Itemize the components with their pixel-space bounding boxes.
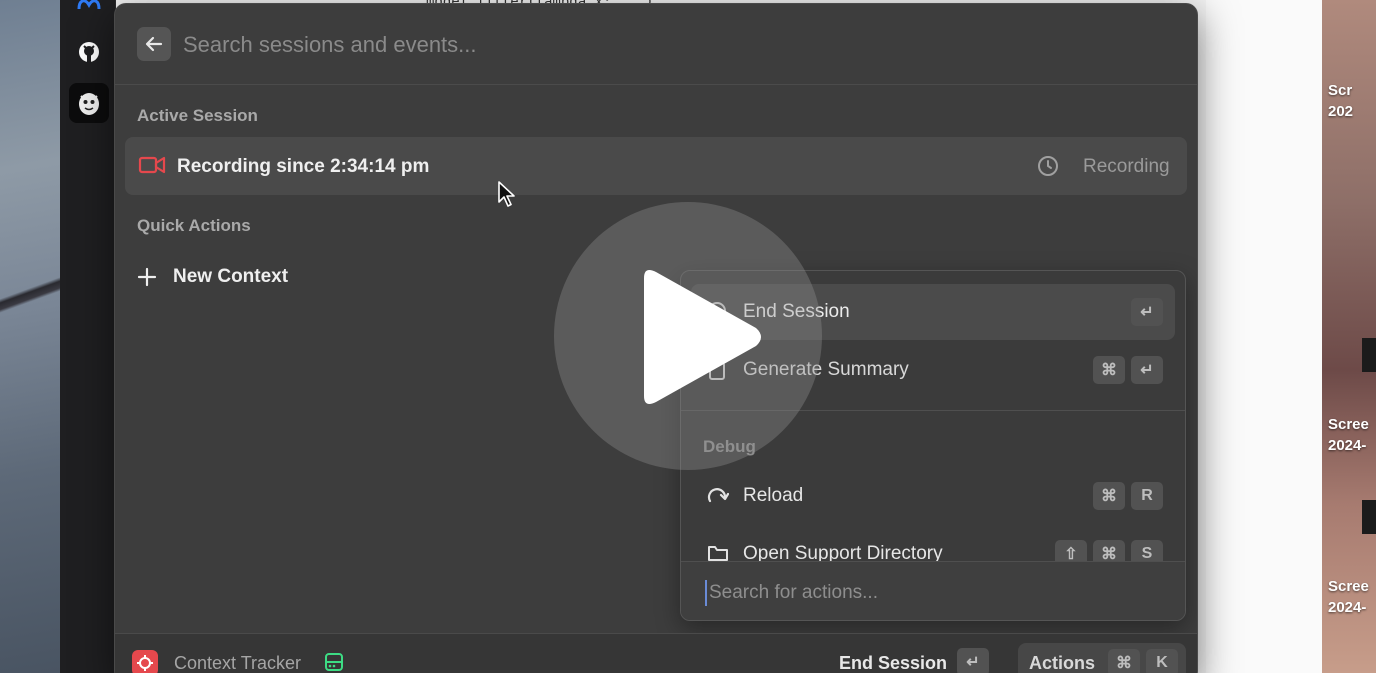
- shortcut-keys: ⌘ ↵: [1093, 356, 1163, 384]
- session-status: Recording: [1083, 156, 1170, 177]
- action-label: Reload: [743, 485, 804, 506]
- desktop-file-thumbnail[interactable]: [1362, 500, 1376, 534]
- command-key: ⌘: [1093, 356, 1125, 384]
- desktop-file-label[interactable]: Scree: [1328, 414, 1369, 435]
- footer-end-session-button[interactable]: End Session: [839, 653, 947, 673]
- footer-bar: Context Tracker End Session ↵ Actions ⌘ …: [115, 633, 1197, 673]
- clock-icon: [1037, 155, 1059, 182]
- desktop-file-thumbnail[interactable]: [1362, 338, 1376, 372]
- plus-icon: [137, 267, 157, 287]
- command-key: ⌘: [1093, 482, 1125, 510]
- app-logo-icon: [132, 650, 158, 673]
- hard-drive-icon[interactable]: [323, 651, 345, 673]
- app-avatar-icon[interactable]: [69, 83, 109, 123]
- r-key: R: [1131, 482, 1163, 510]
- command-key: ⌘: [1108, 649, 1140, 673]
- desktop-file-label[interactable]: Scree: [1328, 576, 1369, 597]
- meta-icon[interactable]: [69, 0, 109, 24]
- actions-label: Actions: [1029, 653, 1096, 673]
- arrow-left-icon: [145, 36, 163, 52]
- actions-button[interactable]: Actions ⌘ K: [1018, 643, 1186, 673]
- shortcut-keys: ⌘ R: [1093, 482, 1163, 510]
- app-name: Context Tracker: [174, 653, 302, 673]
- new-context-button[interactable]: New Context: [137, 262, 288, 292]
- app-dock: [60, 0, 116, 673]
- reload-icon: [707, 485, 730, 510]
- desktop-wallpaper-right: Scr 202 Scree 2024- Scree 2024-: [1322, 0, 1376, 673]
- new-context-label: New Context: [173, 266, 289, 287]
- actions-search-input[interactable]: [705, 580, 1165, 606]
- enter-key: ↵: [1131, 298, 1163, 326]
- active-session-heading: Active Session: [137, 106, 258, 125]
- desktop-file-label[interactable]: 2024-: [1328, 597, 1366, 618]
- play-icon: [644, 270, 761, 404]
- action-reload[interactable]: Reload ⌘ R: [691, 468, 1175, 524]
- video-camera-icon: [138, 155, 166, 180]
- wallpaper-bridge: [0, 270, 62, 330]
- shortcut-keys: ↵: [1131, 298, 1163, 326]
- actions-search-bar: [681, 561, 1185, 620]
- footer-shortcut-keys: ↵: [957, 648, 989, 673]
- desktop-wallpaper-left: [0, 0, 62, 673]
- search-bar: [115, 4, 1197, 85]
- enter-key: ↵: [957, 648, 989, 673]
- desktop-file-label[interactable]: 2024-: [1328, 435, 1366, 456]
- desktop-file-label[interactable]: 202: [1328, 101, 1353, 122]
- active-session-row[interactable]: Recording since 2:34:14 pm Recording: [125, 137, 1187, 195]
- back-button[interactable]: [137, 27, 171, 61]
- desktop-file-label[interactable]: Scr: [1328, 80, 1352, 101]
- video-play-button[interactable]: [554, 202, 822, 470]
- mouse-cursor-icon: [497, 180, 517, 213]
- search-input[interactable]: [183, 28, 883, 62]
- github-icon[interactable]: [69, 32, 109, 72]
- enter-key: ↵: [1131, 356, 1163, 384]
- k-key: K: [1146, 649, 1178, 673]
- quick-actions-heading: Quick Actions: [137, 216, 251, 235]
- background-window-right: [1206, 0, 1322, 673]
- shortcut-keys: ⌘ K: [1108, 649, 1178, 673]
- session-title: Recording since 2:34:14 pm: [177, 156, 430, 177]
